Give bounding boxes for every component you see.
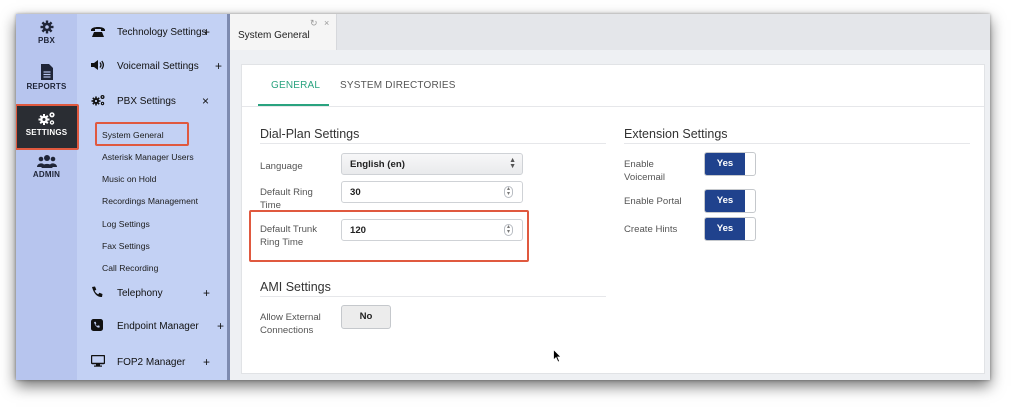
- create-hints-toggle[interactable]: Yes: [704, 217, 756, 241]
- gear-icon: [40, 20, 53, 34]
- ring-time-value: 30: [350, 187, 361, 198]
- allow-external-label: Allow External Connections: [260, 312, 321, 336]
- handset-icon: [92, 286, 103, 298]
- phone-icon: [91, 27, 105, 37]
- language-select[interactable]: English (en) ▲ ▼: [341, 153, 523, 175]
- submenu-link-music-on-hold[interactable]: Music on Hold: [102, 174, 156, 184]
- submenu-link-asterisk-manager-users[interactable]: Asterisk Manager Users: [102, 152, 194, 162]
- spinner-icon[interactable]: ▴ ▾: [504, 186, 513, 198]
- dialplan-section-title: Dial-Plan Settings: [260, 127, 360, 141]
- tab-general[interactable]: GENERAL: [271, 80, 320, 91]
- select-arrows-icon: ▲ ▼: [509, 157, 516, 170]
- section-divider: [624, 143, 970, 144]
- submenu-group-pbx-settings[interactable]: PBX Settings ×: [77, 91, 227, 113]
- expand-toggle[interactable]: +: [215, 59, 222, 73]
- endpoint-phone-icon: [91, 319, 103, 331]
- submenu-group-endpoint-manager[interactable]: Endpoint Manager +: [77, 316, 227, 338]
- expand-toggle[interactable]: +: [203, 286, 210, 300]
- expand-toggle[interactable]: +: [203, 25, 210, 39]
- expand-toggle[interactable]: +: [217, 319, 224, 333]
- submenu-link-call-recording[interactable]: Call Recording: [102, 263, 158, 273]
- language-value: English (en): [350, 159, 405, 170]
- gears-icon: [91, 95, 105, 106]
- toggle-value: Yes: [705, 218, 745, 240]
- rail-item-pbx[interactable]: PBX: [16, 20, 77, 58]
- enable-voicemail-label: Enable Voicemail: [624, 159, 666, 183]
- settings-panel: GENERAL SYSTEM DIRECTORIES Dial-Plan Set…: [241, 64, 985, 374]
- submenu-group-voicemail-settings[interactable]: Voicemail Settings +: [77, 56, 227, 78]
- ami-section-title: AMI Settings: [260, 280, 331, 294]
- extension-section-title: Extension Settings: [624, 127, 728, 141]
- allow-external-toggle[interactable]: No: [341, 305, 391, 329]
- submenu-label: FOP2 Manager: [117, 357, 186, 368]
- submenu-label: PBX Settings: [117, 96, 176, 107]
- speaker-icon: [91, 60, 105, 70]
- submenu-label: Voicemail Settings: [117, 61, 199, 72]
- language-label: Language: [260, 161, 303, 172]
- mouse-pointer-icon: [553, 349, 562, 363]
- submenu-link-recordings-management[interactable]: Recordings Management: [102, 196, 198, 206]
- enable-portal-label: Enable Portal: [624, 196, 682, 207]
- section-divider: [260, 143, 606, 144]
- sidebar-divider: [227, 14, 230, 380]
- toggle-value: No: [359, 311, 373, 322]
- enable-voicemail-toggle[interactable]: Yes: [704, 152, 756, 176]
- doc-tab-system-general[interactable]: ↻ × System General: [230, 14, 337, 50]
- toggle-value: Yes: [705, 190, 745, 212]
- settings-tabs: GENERAL SYSTEM DIRECTORIES: [242, 65, 984, 107]
- submenu-link-log-settings[interactable]: Log Settings: [102, 219, 150, 229]
- monitor-icon: [91, 355, 105, 367]
- section-divider: [260, 296, 606, 297]
- expand-toggle[interactable]: +: [203, 355, 210, 369]
- settings-submenu: Technology Settings + Voicemail Settings…: [77, 14, 227, 380]
- trunk-ring-time-input[interactable]: 120 ▴ ▾: [341, 219, 523, 241]
- document-tabbar: ↻ × System General: [230, 14, 990, 50]
- trunk-ring-time-label: Default Trunk Ring Time: [260, 224, 318, 248]
- enable-portal-toggle[interactable]: Yes: [704, 189, 756, 213]
- icon-rail: PBX REPORTS SETTINGS ADMIN: [16, 14, 77, 380]
- rail-label-settings: SETTINGS: [25, 128, 68, 137]
- toggle-value: Yes: [705, 153, 745, 175]
- submenu-label: Telephony: [117, 288, 163, 299]
- submenu-label: Technology Settings: [117, 27, 207, 38]
- tab-system-directories[interactable]: SYSTEM DIRECTORIES: [340, 80, 456, 91]
- gears-icon: [38, 112, 55, 125]
- trunk-ring-time-value: 120: [350, 225, 367, 236]
- rail-item-reports[interactable]: REPORTS: [16, 64, 77, 102]
- tab-controls[interactable]: ↻ ×: [310, 18, 331, 29]
- ring-time-input[interactable]: 30 ▴ ▾: [341, 181, 523, 203]
- document-icon: [40, 64, 53, 80]
- users-icon: [36, 155, 57, 168]
- doc-tab-label: System General: [238, 30, 310, 41]
- ring-time-label: Default Ring Time: [260, 187, 313, 211]
- submenu-link-system-general[interactable]: System General: [102, 130, 164, 140]
- spinner-icon[interactable]: ▴ ▾: [504, 224, 513, 236]
- submenu-link-fax-settings[interactable]: Fax Settings: [102, 241, 150, 251]
- submenu-group-fop2-manager[interactable]: FOP2 Manager +: [77, 352, 227, 374]
- app-window: PBX REPORTS SETTINGS ADMIN Technology Se…: [16, 14, 990, 380]
- create-hints-label: Create Hints: [624, 224, 678, 235]
- rail-item-admin[interactable]: ADMIN: [16, 154, 77, 190]
- submenu-group-telephony[interactable]: Telephony +: [77, 283, 227, 305]
- rail-label-admin: ADMIN: [32, 170, 61, 179]
- submenu-group-technology-settings[interactable]: Technology Settings +: [77, 22, 227, 44]
- rail-item-settings[interactable]: SETTINGS: [16, 106, 77, 148]
- rail-label-pbx: PBX: [37, 36, 56, 45]
- submenu-label: Endpoint Manager: [117, 321, 199, 332]
- active-tab-indicator: [258, 104, 329, 106]
- rail-label-reports: REPORTS: [26, 82, 67, 91]
- collapse-toggle[interactable]: ×: [202, 94, 209, 108]
